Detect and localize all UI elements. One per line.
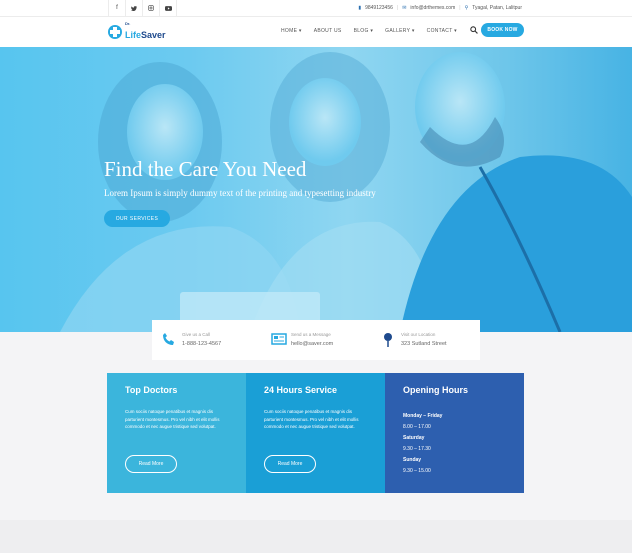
card-top-doctors: Top Doctors Cum sociis natoque penatibus… — [107, 373, 246, 493]
top-email[interactable]: info@drthemes.com — [410, 5, 455, 11]
info-message-value[interactable]: hello@saver.com — [291, 341, 333, 347]
card-text: Cum sociis natoque penatibus et magnis d… — [264, 409, 359, 429]
our-services-button[interactable]: OUR SERVICES — [104, 210, 170, 227]
info-message-label: Send us a Message — [291, 332, 331, 337]
hours-time: 8.00 – 17.00 — [403, 424, 431, 430]
hours-day: Sunday — [403, 457, 422, 463]
main-menu: HOME ▾ ABOUT US BLOG ▾ GALLERY ▾ CONTACT… — [281, 28, 457, 34]
search-icon[interactable] — [470, 26, 478, 34]
hero-banner: Find the Care You Need Lorem Ipsum is si… — [0, 47, 632, 332]
feature-cards: Top Doctors Cum sociis natoque penatibus… — [107, 373, 524, 493]
hero-subtitle: Lorem Ipsum is simply dummy text of the … — [104, 188, 376, 198]
youtube-icon[interactable] — [160, 0, 177, 16]
card-title: Top Doctors — [125, 385, 178, 395]
site-logo[interactable]: Dr. LifeSaver — [108, 22, 166, 42]
nav-contact[interactable]: CONTACT ▾ — [427, 28, 457, 34]
location-icon: ⚲ — [464, 5, 469, 11]
card-title: 24 Hours Service — [264, 385, 338, 395]
social-links: f — [108, 0, 177, 16]
pin-icon — [384, 333, 392, 347]
read-more-button[interactable]: Read More — [125, 455, 177, 473]
book-now-button[interactable]: BOOK NOW — [481, 23, 524, 37]
logo-name-part1: Life — [125, 30, 142, 40]
logo-name-part2: Saver — [141, 30, 166, 40]
read-more-button[interactable]: Read More — [264, 455, 316, 473]
hours-time: 9.30 – 15.00 — [403, 468, 431, 474]
card-24-hours-service: 24 Hours Service Cum sociis natoque pena… — [246, 373, 385, 493]
hours-time: 9.30 – 17.30 — [403, 446, 431, 452]
top-phone[interactable]: 9849123456 — [365, 5, 393, 11]
nav-home[interactable]: HOME ▾ — [281, 28, 302, 34]
medical-cross-icon — [108, 25, 122, 39]
phone-icon — [163, 333, 174, 345]
mail-icon: ✉ — [402, 5, 407, 11]
hours-day: Saturday — [403, 435, 425, 441]
top-bar: f ▮ 9849123456 | ✉ info@drthemes.com | ⚲… — [0, 0, 632, 17]
hero-title: Find the Care You Need — [104, 157, 307, 181]
twitter-icon[interactable] — [126, 0, 143, 16]
nav-blog[interactable]: BLOG ▾ — [354, 28, 374, 34]
main-navbar: Dr. LifeSaver HOME ▾ ABOUT US BLOG ▾ GAL… — [0, 17, 632, 47]
divider: | — [459, 5, 461, 11]
divider: | — [396, 5, 399, 11]
info-call-label: Give us a Call — [182, 332, 211, 337]
top-address: Tyagal, Patan, Lalitpur — [472, 5, 522, 11]
facebook-icon[interactable]: f — [108, 0, 126, 16]
top-contact: ▮ 9849123456 | ✉ info@drthemes.com | ⚲ T… — [358, 0, 522, 16]
nav-gallery[interactable]: GALLERY ▾ — [385, 28, 415, 34]
card-text: Cum sociis natoque penatibus et magnis d… — [125, 409, 220, 429]
info-location-value: 323 Sutland Street — [401, 341, 447, 347]
logo-name: LifeSaver — [125, 30, 166, 40]
instagram-icon[interactable] — [143, 0, 160, 16]
contact-info-bar: Give us a Call 1-888-123-4567 Send us a … — [152, 320, 480, 360]
logo-text: Dr. LifeSaver — [125, 22, 166, 42]
hours-day: Monday – Friday — [403, 413, 443, 419]
newspaper-icon — [271, 333, 287, 345]
footer-band — [0, 520, 632, 553]
card-title: Opening Hours — [403, 385, 468, 395]
nav-about-us[interactable]: ABOUT US — [314, 28, 342, 34]
mobile-icon: ▮ — [358, 5, 362, 11]
logo-prefix: Dr. — [125, 21, 131, 26]
info-location-label: Visit our Location — [401, 332, 436, 337]
opening-hours-list: Monday – Friday 8.00 – 17.00 Saturday 9.… — [403, 411, 442, 477]
info-call-value[interactable]: 1-888-123-4567 — [182, 341, 221, 347]
card-opening-hours: Opening Hours Monday – Friday 8.00 – 17.… — [385, 373, 524, 493]
